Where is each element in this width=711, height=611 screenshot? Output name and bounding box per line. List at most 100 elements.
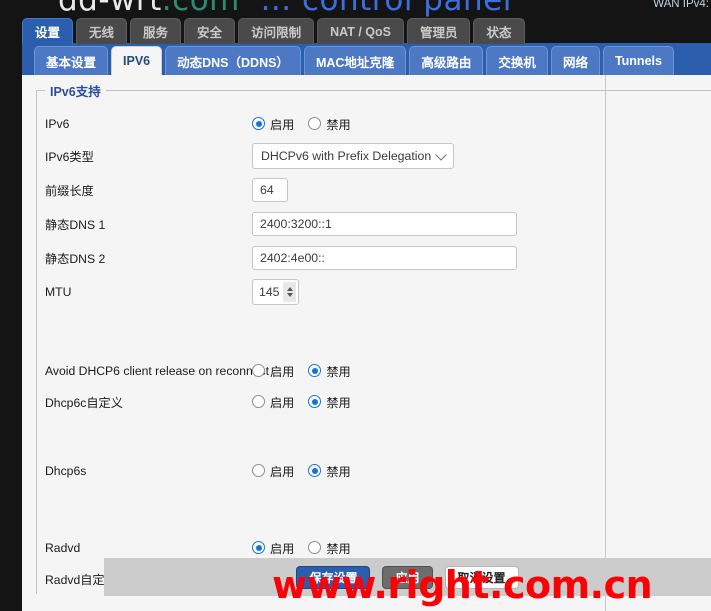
radio-label-enable: 启用 bbox=[270, 464, 295, 479]
main-tab-access-restrictions[interactable]: 访问限制 bbox=[238, 18, 315, 44]
logo-text-com: .com bbox=[161, 0, 240, 18]
main-tab-wireless[interactable]: 无线 bbox=[76, 18, 128, 44]
sub-tab-advanced-routing[interactable]: 高级路由 bbox=[409, 46, 484, 75]
sub-tab-label: 交换机 bbox=[498, 55, 536, 70]
main-tab-label: NAT / QoS bbox=[330, 24, 391, 39]
sub-tab-basic-setup[interactable]: 基本设置 bbox=[34, 46, 109, 75]
sub-tab-label: 动态DNS（DDNS） bbox=[177, 55, 289, 70]
row-ipv6-type: IPv6类型 DHCPv6 with Prefix Delegation bbox=[37, 139, 711, 173]
radio-dhcp6c-enable[interactable]: 启用 bbox=[252, 393, 294, 411]
stepper-buttons[interactable] bbox=[283, 282, 296, 302]
input-mtu-value: 145 bbox=[259, 285, 280, 299]
radio-dot-icon bbox=[308, 364, 322, 377]
radio-dot-icon bbox=[252, 364, 265, 377]
sub-tab-tunnels[interactable]: Tunnels bbox=[602, 46, 674, 75]
main-tab-label: 访问限制 bbox=[251, 26, 302, 40]
chevron-up-icon[interactable] bbox=[286, 287, 293, 291]
label-avoid-dhcp6-release: Avoid DHCP6 client release on reconnect bbox=[45, 363, 270, 378]
label-static-dns-1: 静态DNS 1 bbox=[45, 218, 106, 232]
left-gutter bbox=[0, 0, 22, 611]
label-ipv6-type: IPv6类型 bbox=[45, 150, 94, 164]
content-page: IPv6支持 IPv6 启用 禁用 IPv6类型 DHCPv6 with Pre… bbox=[22, 74, 711, 611]
main-tab-nat-qos[interactable]: NAT / QoS bbox=[317, 18, 404, 44]
sub-tab-ipv6[interactable]: IPV6 bbox=[111, 46, 163, 75]
settings-column: IPv6支持 IPv6 启用 禁用 IPv6类型 DHCPv6 with Pre… bbox=[22, 74, 711, 611]
radio-dot-icon bbox=[308, 464, 322, 477]
main-tab-settings[interactable]: 设置 bbox=[22, 18, 74, 44]
radio-avoid-release-enable[interactable]: 启用 bbox=[252, 362, 294, 380]
radio-dhcp6s-enable[interactable]: 启用 bbox=[252, 462, 294, 480]
row-avoid-dhcp6-release: Avoid DHCP6 client release on reconnect … bbox=[37, 355, 711, 386]
main-tab-security[interactable]: 安全 bbox=[184, 18, 236, 44]
row-ipv6: IPv6 启用 禁用 bbox=[37, 108, 711, 139]
input-static-dns-2[interactable]: 2402:4e00:: bbox=[252, 246, 517, 270]
select-ipv6-type[interactable]: DHCPv6 with Prefix Delegation bbox=[252, 143, 454, 169]
input-static-dns-1[interactable]: 2400:3200::1 bbox=[252, 212, 517, 236]
main-tab-status[interactable]: 状态 bbox=[473, 18, 525, 44]
label-ipv6: IPv6 bbox=[45, 116, 70, 131]
radio-dot-icon bbox=[252, 117, 265, 130]
radio-dot-icon bbox=[308, 541, 322, 554]
radio-dhcp6c-disable[interactable]: 禁用 bbox=[308, 393, 351, 411]
radio-ipv6-disable[interactable]: 禁用 bbox=[308, 115, 351, 133]
input-prefix-length[interactable]: 64 bbox=[252, 178, 288, 202]
radio-dot-icon bbox=[252, 464, 265, 477]
radio-label-enable: 启用 bbox=[270, 117, 295, 132]
wan-ipv4-status: WAN IPv4: bbox=[653, 0, 709, 10]
fieldset-legend: IPv6支持 bbox=[50, 85, 101, 99]
sub-tab-label: IPV6 bbox=[123, 54, 151, 68]
watermark-text: www.right.com.cn bbox=[272, 563, 653, 607]
radio-dot-icon bbox=[308, 117, 322, 130]
radio-radvd-disable[interactable]: 禁用 bbox=[308, 539, 351, 557]
radio-label-disable: 禁用 bbox=[326, 117, 351, 132]
radio-group-ipv6: 启用 禁用 bbox=[252, 115, 365, 133]
label-mtu: MTU bbox=[45, 285, 72, 299]
main-tab-label: 无线 bbox=[89, 26, 115, 40]
radio-group-avoid-dhcp6-release: 启用 禁用 bbox=[252, 362, 365, 380]
main-tab-administration[interactable]: 管理员 bbox=[406, 18, 471, 44]
main-tab-label: 安全 bbox=[197, 26, 223, 40]
radio-label-enable: 启用 bbox=[270, 541, 295, 556]
main-tab-bar: 设置 无线 服务 安全 访问限制 NAT / QoS 管理员 状态 bbox=[22, 17, 528, 44]
sub-tab-mac-clone[interactable]: MAC地址克隆 bbox=[303, 46, 407, 75]
main-tab-services[interactable]: 服务 bbox=[130, 18, 182, 44]
radio-radvd-enable[interactable]: 启用 bbox=[252, 539, 294, 557]
row-dhcp6s: Dhcp6s 启用 禁用 bbox=[37, 455, 711, 486]
main-tab-label: 服务 bbox=[143, 26, 169, 40]
radio-ipv6-enable[interactable]: 启用 bbox=[252, 115, 294, 133]
sub-tab-label: Tunnels bbox=[614, 54, 662, 68]
main-tab-label: 管理员 bbox=[419, 26, 458, 40]
chevron-down-icon[interactable] bbox=[286, 293, 293, 297]
label-dhcp6c-custom: Dhcp6c自定义 bbox=[45, 395, 123, 410]
radio-group-radvd: 启用 禁用 bbox=[252, 539, 365, 557]
radio-group-dhcp6s: 启用 禁用 bbox=[252, 462, 365, 480]
sub-tab-networking[interactable]: 网络 bbox=[550, 46, 600, 75]
radio-label-enable: 启用 bbox=[270, 364, 295, 379]
row-prefix-length: 前缀长度 64 bbox=[37, 173, 711, 207]
select-ipv6-type-value: DHCPv6 with Prefix Delegation bbox=[252, 143, 454, 169]
radio-label-disable: 禁用 bbox=[326, 464, 351, 479]
main-tab-label: 状态 bbox=[486, 26, 512, 40]
sub-tab-label: 高级路由 bbox=[421, 55, 472, 70]
sub-tab-label: MAC地址克隆 bbox=[315, 55, 395, 70]
label-prefix-length: 前缀长度 bbox=[45, 184, 94, 198]
row-mtu: MTU 145 bbox=[37, 275, 711, 309]
radio-avoid-release-disable[interactable]: 禁用 bbox=[308, 362, 351, 380]
radio-dot-icon bbox=[252, 541, 265, 554]
dd-wrt-control-panel: dd-wrt.com ... control panel WAN IPv4: 设… bbox=[0, 0, 711, 611]
radio-label-disable: 禁用 bbox=[326, 395, 351, 410]
ipv6-support-fieldset: IPv6支持 IPv6 启用 禁用 IPv6类型 DHCPv6 with Pre… bbox=[36, 81, 711, 594]
radio-dhcp6s-disable[interactable]: 禁用 bbox=[308, 462, 351, 480]
row-static-dns-2: 静态DNS 2 2402:4e00:: bbox=[37, 241, 711, 275]
sub-tab-label: 基本设置 bbox=[46, 55, 97, 70]
sub-tab-switch[interactable]: 交换机 bbox=[486, 46, 548, 75]
input-mtu-stepper[interactable]: 145 bbox=[252, 279, 299, 305]
sub-tab-ddns[interactable]: 动态DNS（DDNS） bbox=[165, 46, 301, 75]
radio-label-enable: 启用 bbox=[270, 395, 295, 410]
radio-dot-icon bbox=[252, 395, 265, 408]
radio-dot-icon bbox=[308, 395, 322, 408]
sub-tab-bar: 基本设置 IPV6 动态DNS（DDNS） MAC地址克隆 高级路由 交换机 网… bbox=[34, 45, 677, 75]
